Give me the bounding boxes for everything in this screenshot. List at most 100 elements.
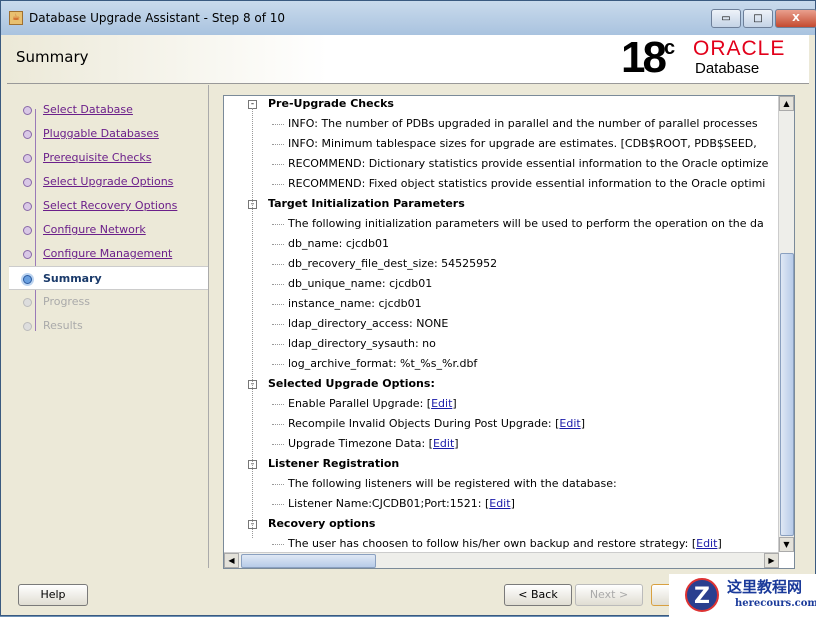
step-configure-management[interactable]: Configure Management (9, 242, 208, 266)
maximize-button[interactable]: □ (743, 9, 773, 28)
step-label: Progress (43, 295, 90, 308)
horizontal-scroll-thumb[interactable] (241, 554, 376, 568)
tree-item-text: ldap_directory_sysauth: no (288, 337, 436, 350)
page-title: Summary (16, 48, 89, 66)
edit-link[interactable]: Edit (433, 437, 454, 450)
step-select-recovery-options[interactable]: Select Recovery Options (9, 194, 208, 218)
step-prerequisite-checks[interactable]: Prerequisite Checks (9, 146, 208, 170)
step-label: Select Database (43, 103, 133, 116)
tree-item-text: Listener Name:CJCDB01;Port:1521: (288, 497, 485, 510)
tree-item: db_name: cjcdb01 (288, 234, 389, 254)
tree-section-header: Selected Upgrade Options: (268, 374, 435, 394)
tree-connector (272, 304, 284, 305)
tree-item: RECOMMEND: Dictionary statistics provide… (288, 154, 768, 174)
step-select-database[interactable]: Select Database (9, 98, 208, 122)
tree-section-header: Recovery options (268, 514, 375, 534)
edit-link[interactable]: Edit (431, 397, 452, 410)
step-status-icon (23, 298, 32, 307)
tree-connector (272, 544, 284, 545)
tree-item-text: Listener Registration (268, 457, 400, 470)
tree-item-text: Enable Parallel Upgrade: (288, 397, 427, 410)
summary-panel: - Pre-Upgrade Checks INFO: The number of P… (223, 95, 795, 569)
tree-connector (272, 224, 284, 225)
scroll-down-icon[interactable]: ▼ (779, 537, 794, 552)
step-summary: Summary (9, 266, 208, 290)
watermark-cn: 这里教程网 (727, 578, 803, 596)
tree-connector (272, 484, 284, 485)
back-button[interactable]: < Back (504, 584, 572, 606)
step-status-icon (23, 178, 32, 187)
tree-item-text: INFO: Minimum tablespace sizes for upgra… (288, 137, 757, 150)
tree-item: The user has choosen to follow his/her o… (288, 537, 722, 550)
step-label: Prerequisite Checks (43, 151, 152, 164)
tree-item-text: Recovery options (268, 517, 376, 530)
tree-item-text: Selected Upgrade Options: (268, 377, 435, 390)
tree-item-text: The following initialization parameters … (288, 217, 764, 230)
tree-section-header: Pre-Upgrade Checks (268, 96, 394, 114)
step-status-icon (23, 226, 32, 235)
edit-link[interactable]: Edit (559, 417, 580, 430)
step-pluggable-databases[interactable]: Pluggable Databases (9, 122, 208, 146)
tree-item: INFO: The number of PDBs upgraded in par… (288, 114, 758, 134)
close-button[interactable]: X (775, 9, 816, 28)
step-status-icon (23, 250, 32, 259)
tree-item: Recompile Invalid Objects During Post Up… (288, 417, 585, 430)
step-select-upgrade-options[interactable]: Select Upgrade Options (9, 170, 208, 194)
tree-item: db_recovery_file_dest_size: 54525952 (288, 254, 497, 274)
step-status-icon (23, 275, 32, 284)
tree-item: instance_name: cjcdb01 (288, 294, 422, 314)
tree-section-header: Listener Registration (268, 454, 399, 474)
step-configure-network[interactable]: Configure Network (9, 218, 208, 242)
step-label: Pluggable Databases (43, 127, 159, 140)
vertical-scrollbar[interactable]: ▲ ▼ (778, 96, 794, 552)
window-title: Database Upgrade Assistant - Step 8 of 1… (29, 11, 286, 25)
tree-item: The following listeners will be register… (288, 474, 617, 494)
tree-item-text: Pre-Upgrade Checks (268, 97, 394, 110)
tree-connector (272, 124, 284, 125)
oracle-logo-version: 18c (621, 33, 676, 82)
scroll-right-icon[interactable]: ▶ (764, 553, 779, 568)
tree-item-text: Recompile Invalid Objects During Post Up… (288, 417, 556, 430)
tree-connector (272, 364, 284, 365)
scroll-up-icon[interactable]: ▲ (779, 96, 794, 111)
tree-item: db_unique_name: cjcdb01 (288, 274, 432, 294)
tree-item-text: instance_name: cjcdb01 (288, 297, 422, 310)
edit-link[interactable]: Edit (696, 537, 717, 550)
step-label: Configure Management (43, 247, 173, 260)
next-button[interactable]: Next > (575, 584, 643, 606)
step-progress: Progress (9, 290, 208, 314)
step-label: Configure Network (43, 223, 146, 236)
tree-item: ldap_directory_access: NONE (288, 314, 448, 334)
tree-item-text: RECOMMEND: Dictionary statistics provide… (288, 157, 769, 170)
tree-item-text: Target Initialization Parameters (268, 197, 465, 210)
step-label: Select Upgrade Options (43, 175, 174, 188)
tree-item: ldap_directory_sysauth: no (288, 334, 436, 354)
watermark-url: herecours.com (735, 598, 816, 609)
edit-link[interactable]: Edit (489, 497, 510, 510)
step-label: Summary (43, 272, 102, 285)
tree-item-text: INFO: The number of PDBs upgraded in par… (288, 117, 758, 130)
help-button[interactable]: Help (18, 584, 88, 606)
tree-item: RECOMMEND: Fixed object statistics provi… (288, 174, 765, 194)
step-status-icon (23, 106, 32, 115)
step-status-icon (23, 154, 32, 163)
tree-connector (272, 344, 284, 345)
tree-item: INFO: Minimum tablespace sizes for upgra… (288, 134, 757, 154)
minimize-button[interactable]: ▭ (711, 9, 741, 28)
step-status-icon (23, 322, 32, 331)
scroll-left-icon[interactable]: ◀ (224, 553, 239, 568)
tree-item: The following initialization parameters … (288, 214, 764, 234)
tree-connector (272, 264, 284, 265)
horizontal-scrollbar[interactable]: ◀ ▶ (224, 552, 779, 568)
tree-item-text: The user has choosen to follow his/her o… (288, 537, 692, 550)
vertical-scroll-thumb[interactable] (780, 253, 794, 536)
tree-connector (272, 404, 284, 405)
tree-connector (272, 444, 284, 445)
tree-item-text: Upgrade Timezone Data: (288, 437, 429, 450)
oracle-logo-product: Database (695, 60, 760, 77)
tree-item-text: db_recovery_file_dest_size: 54525952 (288, 257, 498, 270)
tree-connector (272, 244, 284, 245)
tree-item: log_archive_format: %t_%s_%r.dbf (288, 354, 477, 374)
watermark-logo: Z 这里教程网 herecours.com (669, 574, 816, 617)
steps-sidebar: Select Database Pluggable Databases Prereq… (9, 85, 209, 568)
